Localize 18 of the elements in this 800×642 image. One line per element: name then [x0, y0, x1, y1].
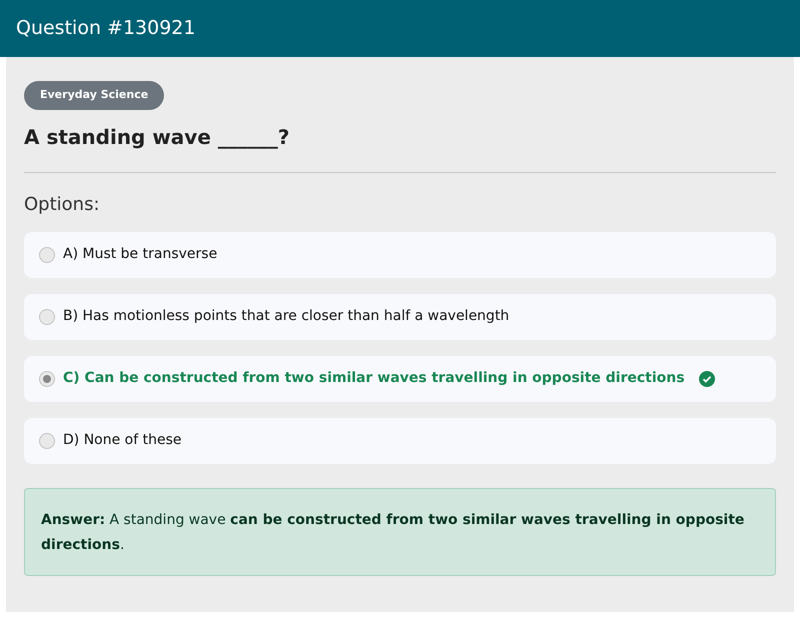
option-text: D) None of these [63, 431, 182, 450]
page-title: Question #130921 [16, 16, 196, 42]
radio-button[interactable] [39, 308, 55, 324]
option-text: A) Must be transverse [63, 245, 218, 264]
radio-button[interactable] [39, 370, 55, 386]
check-circle-icon [698, 370, 715, 386]
radio-button[interactable] [39, 432, 55, 448]
radio-button[interactable] [39, 246, 55, 262]
options-label: Options: [24, 192, 101, 216]
option-row[interactable]: B) Has motionless points that are closer than half a wavelength [24, 294, 776, 340]
option-row[interactable]: C) Can be constructed from two similar waves travelling in opposite directions [24, 356, 776, 402]
answer-text: Answer: A standing wave can be constructed from two similar waves travelling in opposite directions. [41, 512, 744, 552]
option-text: B) Has motionless points that are closer than half a wavelength [63, 307, 510, 326]
option-row[interactable]: A) Must be transverse [24, 232, 776, 278]
category-tag: Everyday Science [24, 81, 164, 110]
question-text: A standing wave ______? [24, 124, 290, 151]
option-text: C) Can be constructed from two similar waves travelling in opposite directions [63, 369, 685, 388]
option-row[interactable]: D) None of these [24, 418, 776, 464]
